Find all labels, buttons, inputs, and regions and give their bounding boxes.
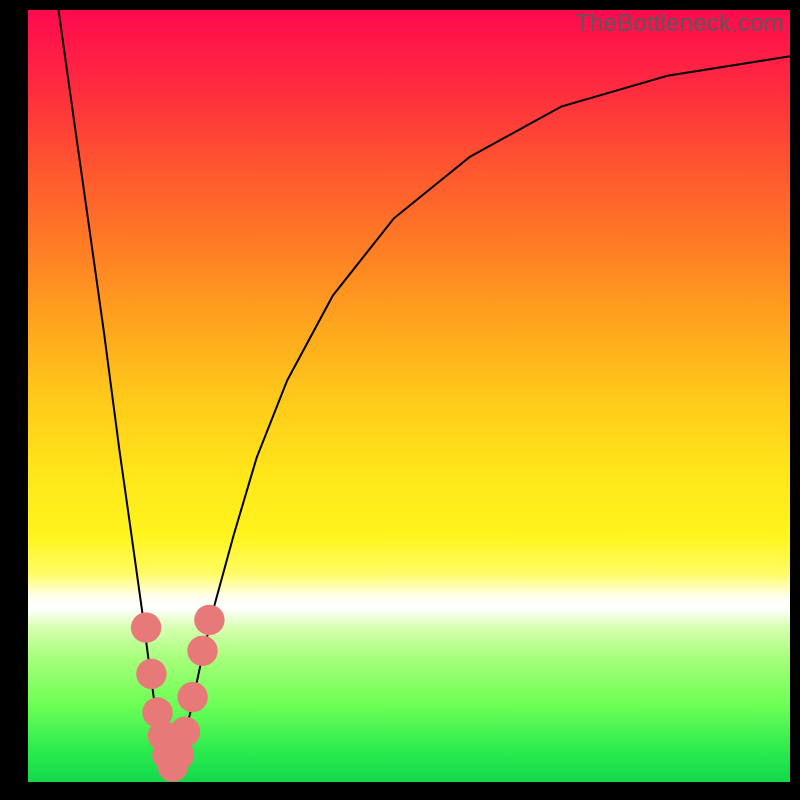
curve-right-branch <box>173 56 790 766</box>
marker-group <box>131 605 225 782</box>
plot-area: TheBottleneck.com <box>28 10 790 782</box>
marker-point <box>131 612 161 642</box>
chart-frame: TheBottleneck.com <box>0 0 800 800</box>
marker-point <box>177 682 207 712</box>
bottleneck-curve <box>28 10 790 782</box>
marker-point <box>170 717 200 747</box>
marker-point <box>136 659 166 689</box>
marker-point <box>187 636 217 666</box>
marker-point <box>194 605 224 635</box>
curve-left-branch <box>59 10 173 767</box>
